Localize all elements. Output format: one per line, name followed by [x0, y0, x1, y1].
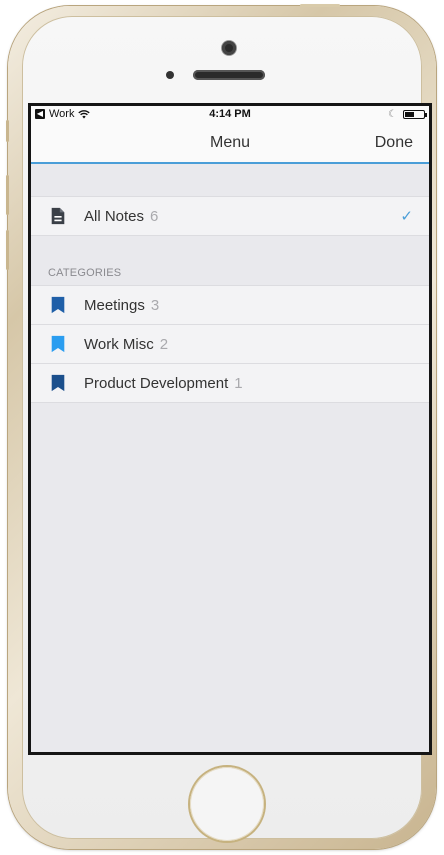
all-notes-text: All Notes [84, 208, 145, 225]
app: ◀ Work 4:14 PM ☾ Menu Done All Notes 6 ✓… [31, 106, 429, 752]
bookmark-icon [51, 296, 65, 314]
power-button [300, 4, 340, 7]
camera [222, 41, 236, 55]
all-notes-label: All Notes 6 [84, 208, 158, 225]
battery-tip [425, 113, 427, 117]
bookmark-icon [51, 335, 65, 353]
battery-icon [403, 110, 427, 119]
category-label: Meetings 3 [84, 297, 159, 314]
category-name: Product Development [84, 375, 229, 392]
do-not-disturb-icon: ☾ [388, 109, 397, 120]
all-notes-row[interactable]: All Notes 6 ✓ [31, 196, 429, 236]
mute-switch [6, 120, 9, 142]
sensor [166, 71, 174, 79]
screen: ◀ Work 4:14 PM ☾ Menu Done All Notes 6 ✓… [28, 103, 432, 755]
home-button[interactable] [190, 767, 264, 841]
done-button[interactable]: Done [375, 134, 413, 152]
category-count: 3 [150, 297, 160, 314]
category-row-meetings[interactable]: Meetings 3 [31, 285, 429, 324]
battery-level [405, 112, 414, 117]
category-row-product-development[interactable]: Product Development 1 [31, 363, 429, 403]
category-row-work-misc[interactable]: Work Misc 2 [31, 324, 429, 363]
nav-title: Menu [209, 134, 251, 151]
categories-header-label: CATEGORIES [48, 267, 122, 279]
status-bar: ◀ Work 4:14 PM ☾ [31, 106, 429, 123]
category-name: Meetings [84, 297, 145, 314]
all-notes-count: 6 [150, 208, 159, 225]
category-label: Product Development 1 [84, 375, 243, 392]
category-name: Work Misc [84, 336, 154, 353]
earpiece-speaker [193, 70, 265, 80]
status-right: ☾ [388, 109, 427, 120]
navigation-bar: Menu Done [31, 123, 429, 164]
checkmark-icon: ✓ [400, 208, 413, 225]
categories-header: CATEGORIES [31, 236, 429, 285]
volume-down-button [6, 230, 9, 270]
category-label: Work Misc 2 [84, 336, 168, 353]
bookmark-icon [51, 374, 65, 392]
category-count: 2 [159, 336, 169, 353]
document-icon [51, 207, 65, 225]
category-count: 1 [234, 375, 243, 392]
clock: 4:14 PM [209, 108, 251, 120]
volume-up-button [6, 175, 9, 215]
